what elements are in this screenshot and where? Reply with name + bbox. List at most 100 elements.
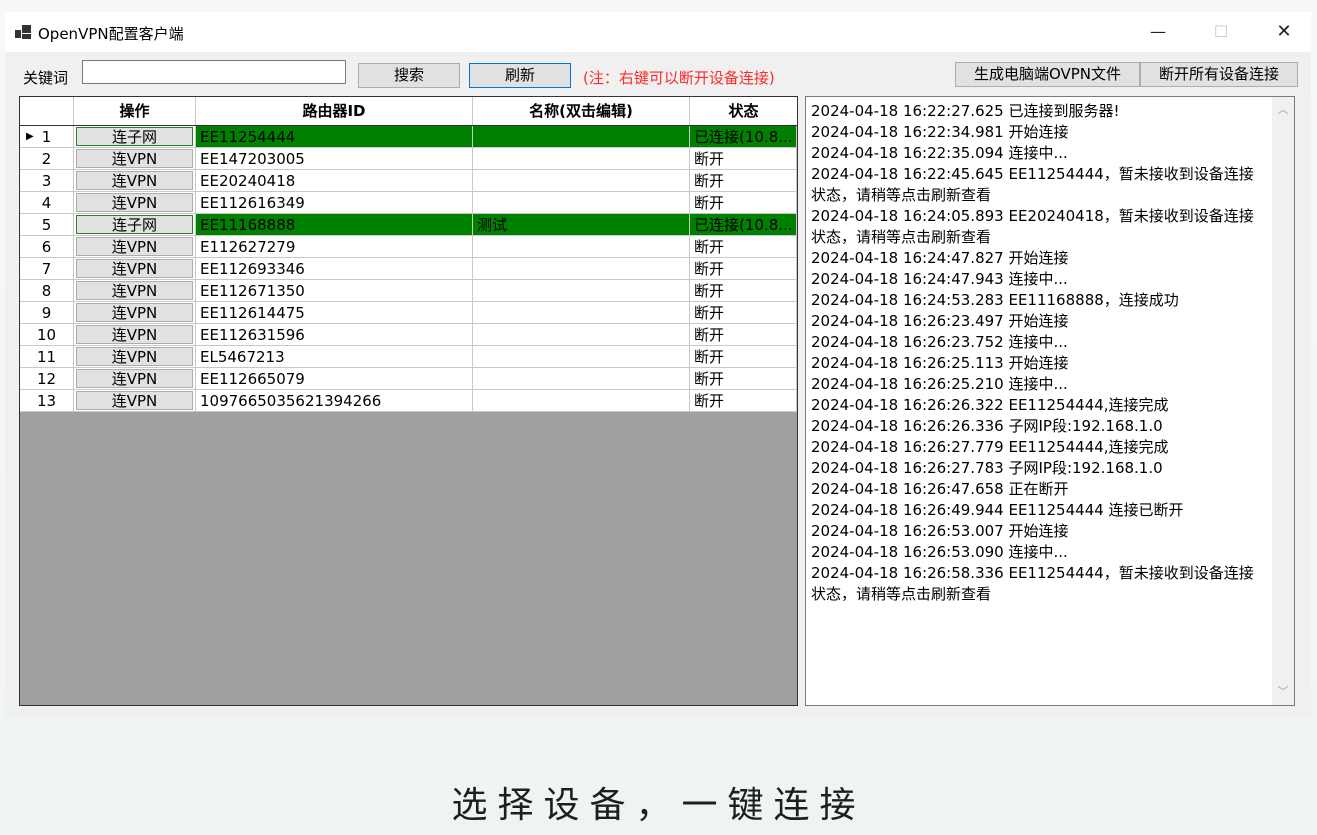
row-number-cell[interactable]: 4 [20,192,74,214]
table-row[interactable]: 4 连VPN EE112616349 断开 [20,192,797,214]
router-id-cell[interactable]: EE112693346 [196,258,473,280]
row-number: 3 [41,172,52,190]
table-row[interactable]: 10 连VPN EE112631596 断开 [20,324,797,346]
device-name-cell[interactable] [473,258,690,280]
status-cell: 断开 [690,192,797,214]
column-header-action[interactable]: 操作 [74,97,196,125]
connect-button[interactable]: 连VPN [76,237,193,256]
action-cell: 连VPN [74,390,196,412]
device-name-cell[interactable] [473,192,690,214]
row-number-cell[interactable]: 13 [20,390,74,412]
row-number: 13 [36,392,57,410]
scroll-up-icon[interactable]: ︿ [1272,99,1294,121]
log-entry: 2024-04-18 16:22:34.981 开始连接 [811,123,1069,141]
device-name-cell[interactable] [473,170,690,192]
row-number: 4 [41,194,52,212]
action-cell: 连VPN [74,258,196,280]
device-name-cell[interactable] [473,302,690,324]
row-number-cell[interactable]: 8 [20,280,74,302]
status-cell: 断开 [690,148,797,170]
row-number-cell[interactable]: 12 [20,368,74,390]
column-header-name[interactable]: 名称(双击编辑) [473,97,690,125]
device-name-cell[interactable] [473,368,690,390]
router-id-cell[interactable]: EE11254444 [196,126,473,148]
log-scrollbar[interactable]: ︿ ﹀ [1272,97,1294,705]
row-number-cell[interactable]: 11 [20,346,74,368]
disconnect-all-button[interactable]: 断开所有设备连接 [1140,62,1298,87]
table-row[interactable]: 12 连VPN EE112665079 断开 [20,368,797,390]
minimize-icon[interactable]: — [1135,16,1181,48]
table-row[interactable]: 2 连VPN EE147203005 断开 [20,148,797,170]
row-number-cell[interactable]: 10 [20,324,74,346]
action-cell: 连VPN [74,324,196,346]
action-cell: 连VPN [74,280,196,302]
connect-button[interactable]: 连VPN [76,347,193,366]
table-row[interactable]: 11 连VPN EL5467213 断开 [20,346,797,368]
generate-ovpn-button[interactable]: 生成电脑端OVPN文件 [955,62,1140,87]
connect-button[interactable]: 连VPN [76,325,193,344]
device-name-cell[interactable]: 测试 [473,214,690,236]
table-row[interactable]: ▶ 1 连子网 EE11254444 已连接(10.8... [20,126,797,148]
table-row[interactable]: 6 连VPN E112627279 断开 [20,236,797,258]
device-name-cell[interactable] [473,280,690,302]
router-id-cell[interactable]: 1097665035621394266 [196,390,473,412]
device-name-cell[interactable] [473,126,690,148]
connect-button[interactable]: 连VPN [76,259,193,278]
row-number-cell[interactable]: 5 [20,214,74,236]
status-cell: 断开 [690,236,797,258]
router-id-cell[interactable]: E112627279 [196,236,473,258]
table-row[interactable]: 13 连VPN 1097665035621394266 断开 [20,390,797,412]
router-id-cell[interactable]: EE112671350 [196,280,473,302]
router-id-cell[interactable]: EE20240418 [196,170,473,192]
table-row[interactable]: 7 连VPN EE112693346 断开 [20,258,797,280]
log-entry: 2024-04-18 16:26:53.007 开始连接 [811,522,1069,540]
row-number-cell[interactable]: 6 [20,236,74,258]
close-icon[interactable]: ✕ [1261,16,1307,48]
table-row[interactable]: 3 连VPN EE20240418 断开 [20,170,797,192]
connect-button[interactable]: 连VPN [76,193,193,212]
row-number: 6 [41,238,52,256]
router-id-cell[interactable]: EL5467213 [196,346,473,368]
router-id-cell[interactable]: EE112631596 [196,324,473,346]
row-number-cell[interactable]: 7 [20,258,74,280]
device-name-cell[interactable] [473,148,690,170]
device-name-cell[interactable] [473,390,690,412]
row-number-cell[interactable]: 9 [20,302,74,324]
router-id-cell[interactable]: EE112614475 [196,302,473,324]
device-name-cell[interactable] [473,324,690,346]
router-id-cell[interactable]: EE147203005 [196,148,473,170]
connect-button[interactable]: 连VPN [76,369,193,388]
connect-button[interactable]: 连VPN [76,171,193,190]
status-cell: 断开 [690,390,797,412]
connect-button[interactable]: 连VPN [76,281,193,300]
connect-button[interactable]: 连VPN [76,149,193,168]
log-entry: 2024-04-18 16:26:25.113 开始连接 [811,354,1069,372]
keyword-input[interactable] [82,60,346,84]
log-panel[interactable]: 2024-04-18 16:22:27.625 已连接到服务器! 2024-04-… [805,96,1295,706]
column-header-status[interactable]: 状态 [690,97,797,125]
connect-button[interactable]: 连子网 [76,215,193,234]
table-row[interactable]: 9 连VPN EE112614475 断开 [20,302,797,324]
device-name-cell[interactable] [473,236,690,258]
column-header-router-id[interactable]: 路由器ID [196,97,473,125]
table-row[interactable]: 8 连VPN EE112671350 断开 [20,280,797,302]
log-entry: 2024-04-18 16:26:53.090 连接中... [811,543,1068,561]
scroll-down-icon[interactable]: ﹀ [1272,681,1294,703]
connect-button[interactable]: 连子网 [76,127,193,146]
router-id-cell[interactable]: EE11168888 [196,214,473,236]
table-row[interactable]: 5 连子网 EE11168888 测试 已连接(10.8... [20,214,797,236]
row-number-cell[interactable]: 3 [20,170,74,192]
row-number-cell[interactable]: 2 [20,148,74,170]
router-id-cell[interactable]: EE112665079 [196,368,473,390]
action-cell: 连子网 [74,126,196,148]
action-cell: 连VPN [74,192,196,214]
search-button[interactable]: 搜索 [358,63,460,88]
device-name-cell[interactable] [473,346,690,368]
refresh-button[interactable]: 刷新 [469,63,571,88]
maximize-icon[interactable]: ☐ [1198,16,1244,48]
connect-button[interactable]: 连VPN [76,391,193,410]
row-number-cell[interactable]: ▶ 1 [20,126,74,148]
row-number: 10 [36,326,57,344]
connect-button[interactable]: 连VPN [76,303,193,322]
router-id-cell[interactable]: EE112616349 [196,192,473,214]
